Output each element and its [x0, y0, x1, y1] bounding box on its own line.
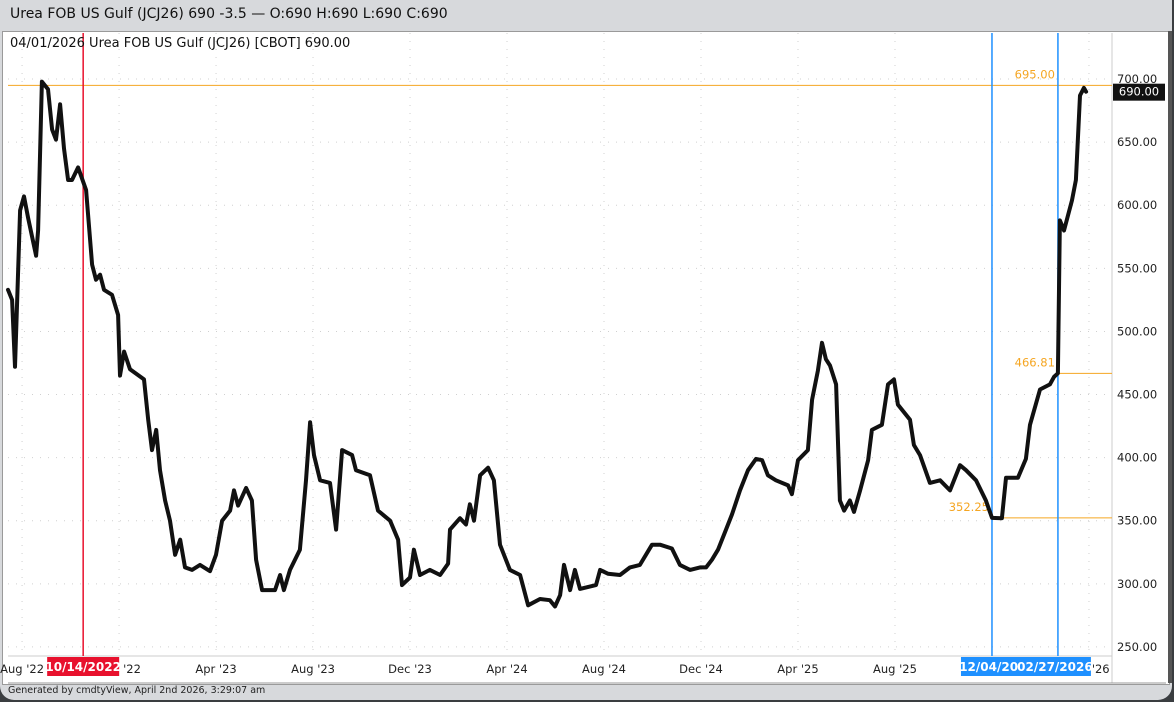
x-tick-label: Aug '22	[0, 662, 44, 676]
y-tick-label: 550.00	[1117, 261, 1157, 275]
x-tick-label: Aug '24	[582, 662, 626, 676]
y-tick-label: 450.00	[1117, 388, 1157, 402]
price-chart[interactable]: 250.00 300.00 350.00 400.00 450.00 500.00 550.…	[0, 0, 1174, 702]
x-tick-label: Dec '24	[679, 662, 723, 676]
y-tick-label: 400.00	[1117, 451, 1157, 465]
price-line	[6, 79, 1089, 609]
price-level-label: 695.00	[1015, 67, 1055, 81]
x-tick-label: Aug '25	[873, 662, 917, 676]
x-tick-label: Aug '23	[291, 662, 335, 676]
price-level-label: 466.81	[1015, 355, 1055, 369]
x-tick-label: Apr '24	[486, 662, 527, 676]
x-tick-label: Apr '25	[777, 662, 818, 676]
price-level-label: 352.25	[949, 500, 989, 514]
y-tick-label: 600.00	[1117, 198, 1157, 212]
last-price-badge: 690.00	[1119, 85, 1159, 99]
x-tick-label: Dec '23	[388, 662, 432, 676]
y-tick-label: 500.00	[1117, 324, 1157, 338]
chart-legend: 04/01/2026 Urea FOB US Gulf (JCJ26) [CBO…	[10, 36, 351, 51]
x-tick-label: Apr '23	[195, 662, 236, 676]
y-tick-label: 650.00	[1117, 135, 1157, 149]
y-tick-label: 250.00	[1117, 640, 1157, 654]
y-tick-label: 350.00	[1117, 514, 1157, 528]
blue-date-badge-end: 02/27/2026	[1017, 660, 1093, 674]
y-tick-label: 300.00	[1117, 577, 1157, 591]
red-date-badge: 10/14/2022	[45, 660, 121, 674]
